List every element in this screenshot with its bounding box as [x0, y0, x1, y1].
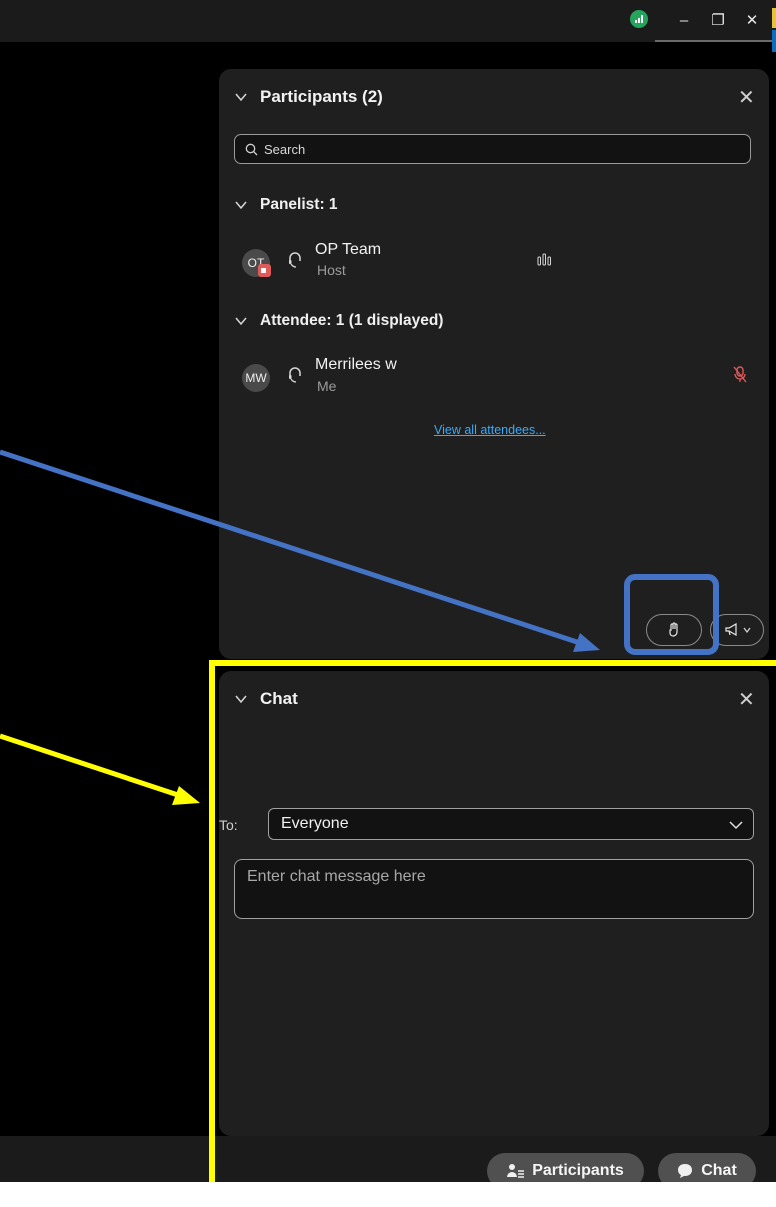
- participants-toggle-label: Participants: [532, 1162, 624, 1179]
- view-all-attendees-link[interactable]: View all attendees...: [434, 423, 546, 437]
- close-participants-icon[interactable]: ✕: [738, 85, 755, 110]
- avatar: MW: [242, 364, 270, 392]
- minimize-button[interactable]: –: [670, 8, 698, 32]
- participant-role: Host: [317, 262, 346, 278]
- participants-toggle-button[interactable]: Participants: [487, 1153, 644, 1182]
- chat-panel-header[interactable]: Chat: [234, 689, 298, 709]
- participant-name: Merrilees w: [315, 356, 397, 373]
- participants-panel: Participants (2) ✕ Search Panelist: 1 OT…: [219, 69, 769, 659]
- panelist-section-header[interactable]: Panelist: 1: [234, 196, 338, 214]
- participant-row[interactable]: MW Merrilees w Me: [239, 356, 759, 400]
- participants-list-icon: [507, 1164, 525, 1178]
- chat-message-input[interactable]: Enter chat message here: [234, 859, 754, 919]
- chat-panel: Chat ✕ To: Everyone Enter chat message h…: [219, 671, 769, 1136]
- meeting-window: – ❐ ✕ Participants (2) ✕ Search Panelist…: [0, 0, 776, 1182]
- attendee-section-label: Attendee: 1 (1 displayed): [260, 312, 444, 329]
- background-app-edge-blue: [772, 30, 776, 52]
- recipient-value: Everyone: [281, 815, 349, 832]
- signal-bars-icon[interactable]: [630, 10, 648, 28]
- chat-panel-title: Chat: [260, 689, 298, 708]
- attendee-section-header[interactable]: Attendee: 1 (1 displayed): [234, 312, 443, 330]
- title-bar: – ❐ ✕: [0, 0, 776, 42]
- chevron-down-icon: [235, 695, 247, 704]
- restore-button[interactable]: ❐: [704, 8, 732, 32]
- raise-hand-button[interactable]: [646, 614, 702, 646]
- chevron-down-icon: [743, 627, 750, 633]
- participant-name: OP Team: [315, 241, 382, 258]
- audio-level-icon: [537, 253, 551, 266]
- reactions-dropdown-button[interactable]: [710, 614, 764, 646]
- participant-role: Me: [317, 378, 337, 394]
- chat-recipient-select[interactable]: Everyone: [268, 808, 754, 840]
- close-chat-icon[interactable]: ✕: [738, 687, 755, 712]
- background-app-edge: [772, 8, 776, 28]
- chevron-down-icon: [729, 821, 743, 830]
- bottom-toolbar: Participants Chat: [0, 1136, 776, 1182]
- participant-row[interactable]: OT OP Team Host: [239, 241, 749, 285]
- headset-icon: [289, 252, 301, 268]
- search-icon: [245, 143, 258, 155]
- panelist-section-label: Panelist: 1: [260, 196, 338, 213]
- megaphone-icon: [724, 623, 737, 637]
- chat-toggle-label: Chat: [701, 1162, 737, 1179]
- raise-hand-icon: [669, 622, 678, 637]
- participants-panel-header[interactable]: Participants (2): [234, 87, 383, 107]
- muted-mic-icon[interactable]: [733, 366, 747, 384]
- close-window-button[interactable]: ✕: [738, 8, 766, 32]
- search-placeholder: Search: [264, 141, 306, 157]
- chat-toggle-button[interactable]: Chat: [658, 1153, 756, 1182]
- chevron-down-icon: [235, 93, 247, 102]
- chevron-down-icon: [235, 201, 247, 210]
- participant-search-input[interactable]: Search: [234, 134, 751, 164]
- title-bar-divider: [655, 40, 772, 42]
- to-label: To:: [219, 817, 238, 833]
- participants-panel-title: Participants (2): [260, 87, 383, 106]
- chat-bubble-icon: [678, 1164, 693, 1178]
- chevron-down-icon: [235, 317, 247, 326]
- recording-badge-icon: [258, 264, 271, 277]
- headset-icon: [289, 367, 301, 383]
